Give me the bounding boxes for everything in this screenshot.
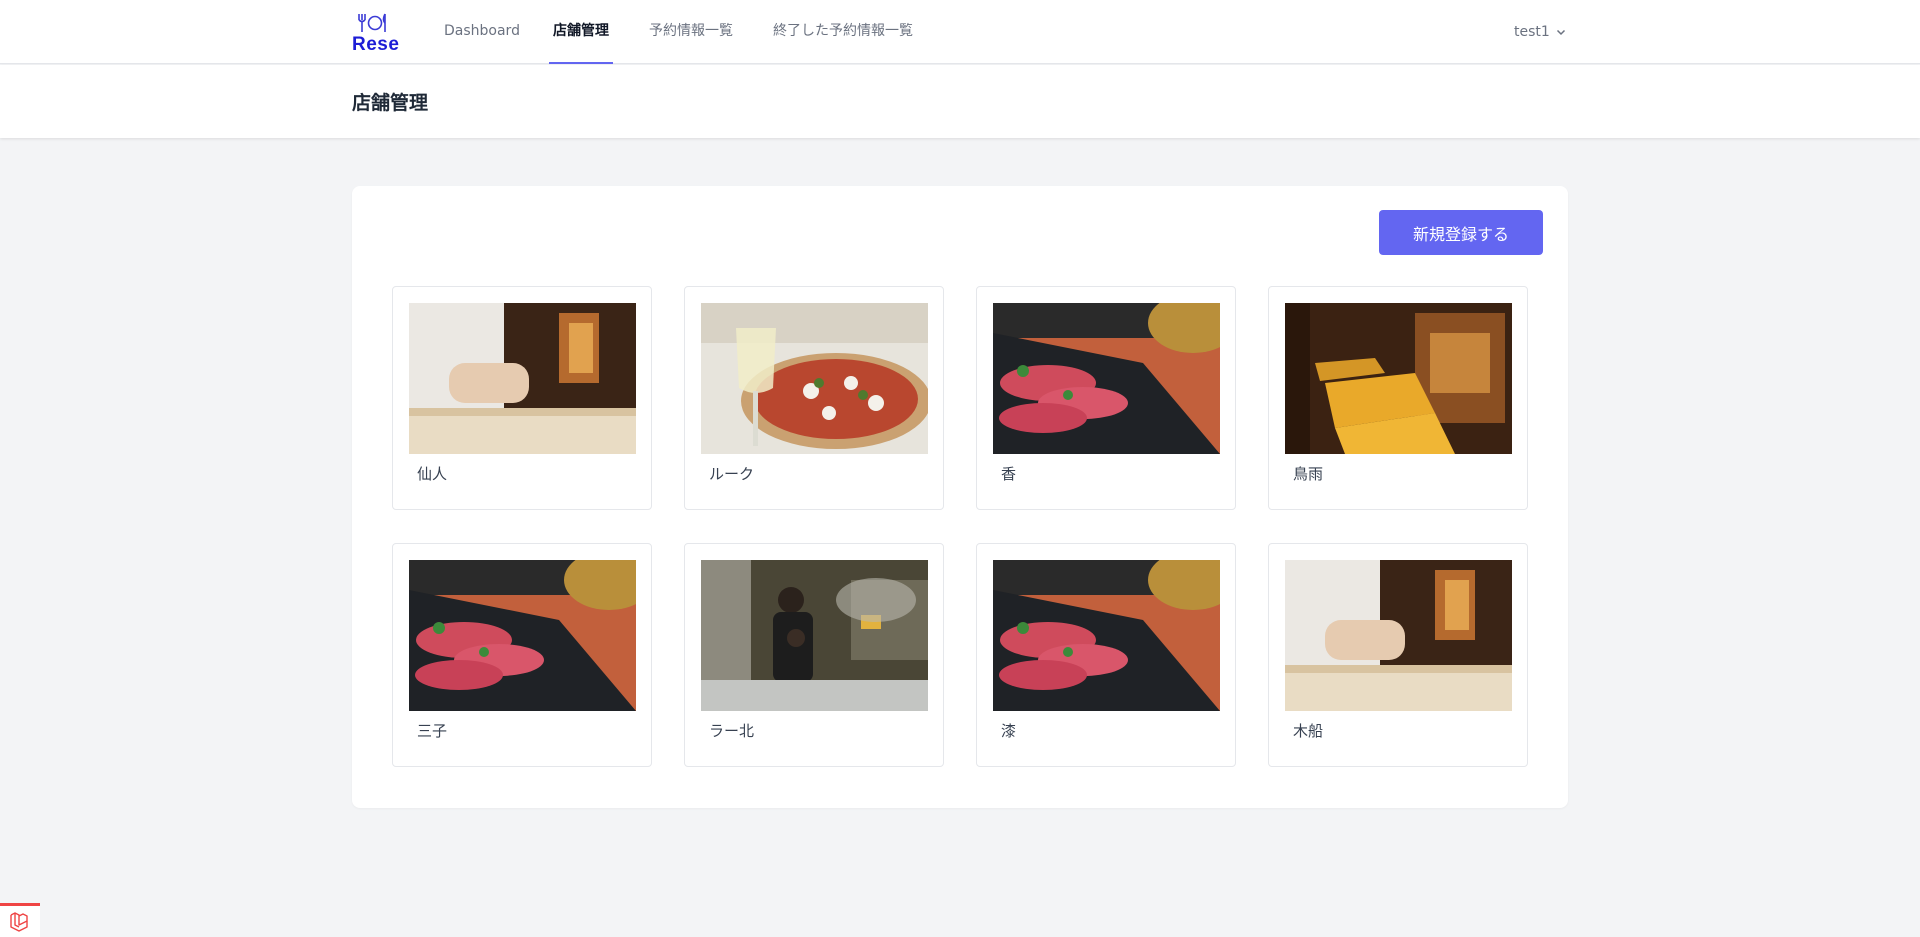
- user-name: test1: [1514, 24, 1550, 40]
- new-registration-button[interactable]: 新規登録する: [1379, 210, 1543, 255]
- shop-card[interactable]: 香: [976, 286, 1236, 510]
- shop-image-yakiniku: [993, 303, 1220, 454]
- shop-card[interactable]: 三子: [392, 543, 652, 767]
- shop-card[interactable]: 仙人: [392, 286, 652, 510]
- shop-name: 鳥雨: [1293, 465, 1324, 483]
- shop-image-sushi-chef: [1285, 560, 1512, 711]
- shop-image-pizza-wine: [701, 303, 928, 454]
- shop-name: 木船: [1293, 722, 1324, 740]
- logo-text: Rese: [352, 34, 400, 55]
- nav-link-finished-reservations[interactable]: 終了した予約情報一覧: [773, 0, 913, 64]
- nav-link-reservations[interactable]: 予約情報一覧: [649, 0, 733, 64]
- shop-image-ramen-kitchen: [701, 560, 928, 711]
- shop-card[interactable]: ラー北: [684, 543, 944, 767]
- debugbar-toggle[interactable]: [0, 903, 40, 937]
- shop-card[interactable]: 鳥雨: [1268, 286, 1528, 510]
- shop-name: ラー北: [709, 722, 755, 740]
- shop-image-sushi-chef: [409, 303, 636, 454]
- shop-image-dining-room: [1285, 303, 1512, 454]
- shop-card[interactable]: ルーク: [684, 286, 944, 510]
- page-header: 店舗管理: [0, 65, 1920, 138]
- shop-card[interactable]: 木船: [1268, 543, 1528, 767]
- shop-name: 三子: [417, 722, 448, 740]
- laravel-icon: [10, 911, 28, 932]
- shop-name: 香: [1001, 465, 1017, 483]
- nav-link-shop-management[interactable]: 店舗管理: [549, 0, 613, 64]
- shop-name: 漆: [1001, 722, 1017, 740]
- shop-card[interactable]: 漆: [976, 543, 1236, 767]
- user-menu[interactable]: test1: [1514, 0, 1566, 64]
- cutlery-icon: [358, 13, 386, 32]
- top-navigation: Rese Dashboard 店舗管理 予約情報一覧 終了した予約情報一覧 te…: [0, 0, 1920, 64]
- shop-name: 仙人: [417, 465, 448, 483]
- rese-logo[interactable]: Rese: [352, 12, 400, 56]
- shop-image-yakiniku: [409, 560, 636, 711]
- nav-link-dashboard[interactable]: Dashboard: [444, 0, 520, 64]
- shop-image-yakiniku: [993, 560, 1220, 711]
- chevron-down-icon: [1556, 29, 1565, 36]
- shop-name: ルーク: [709, 465, 755, 483]
- shop-list-panel: 新規登録する 仙人 ルーク 香 鳥雨 三子 ラー北 漆 木船: [352, 186, 1568, 808]
- page-title: 店舗管理: [352, 92, 429, 114]
